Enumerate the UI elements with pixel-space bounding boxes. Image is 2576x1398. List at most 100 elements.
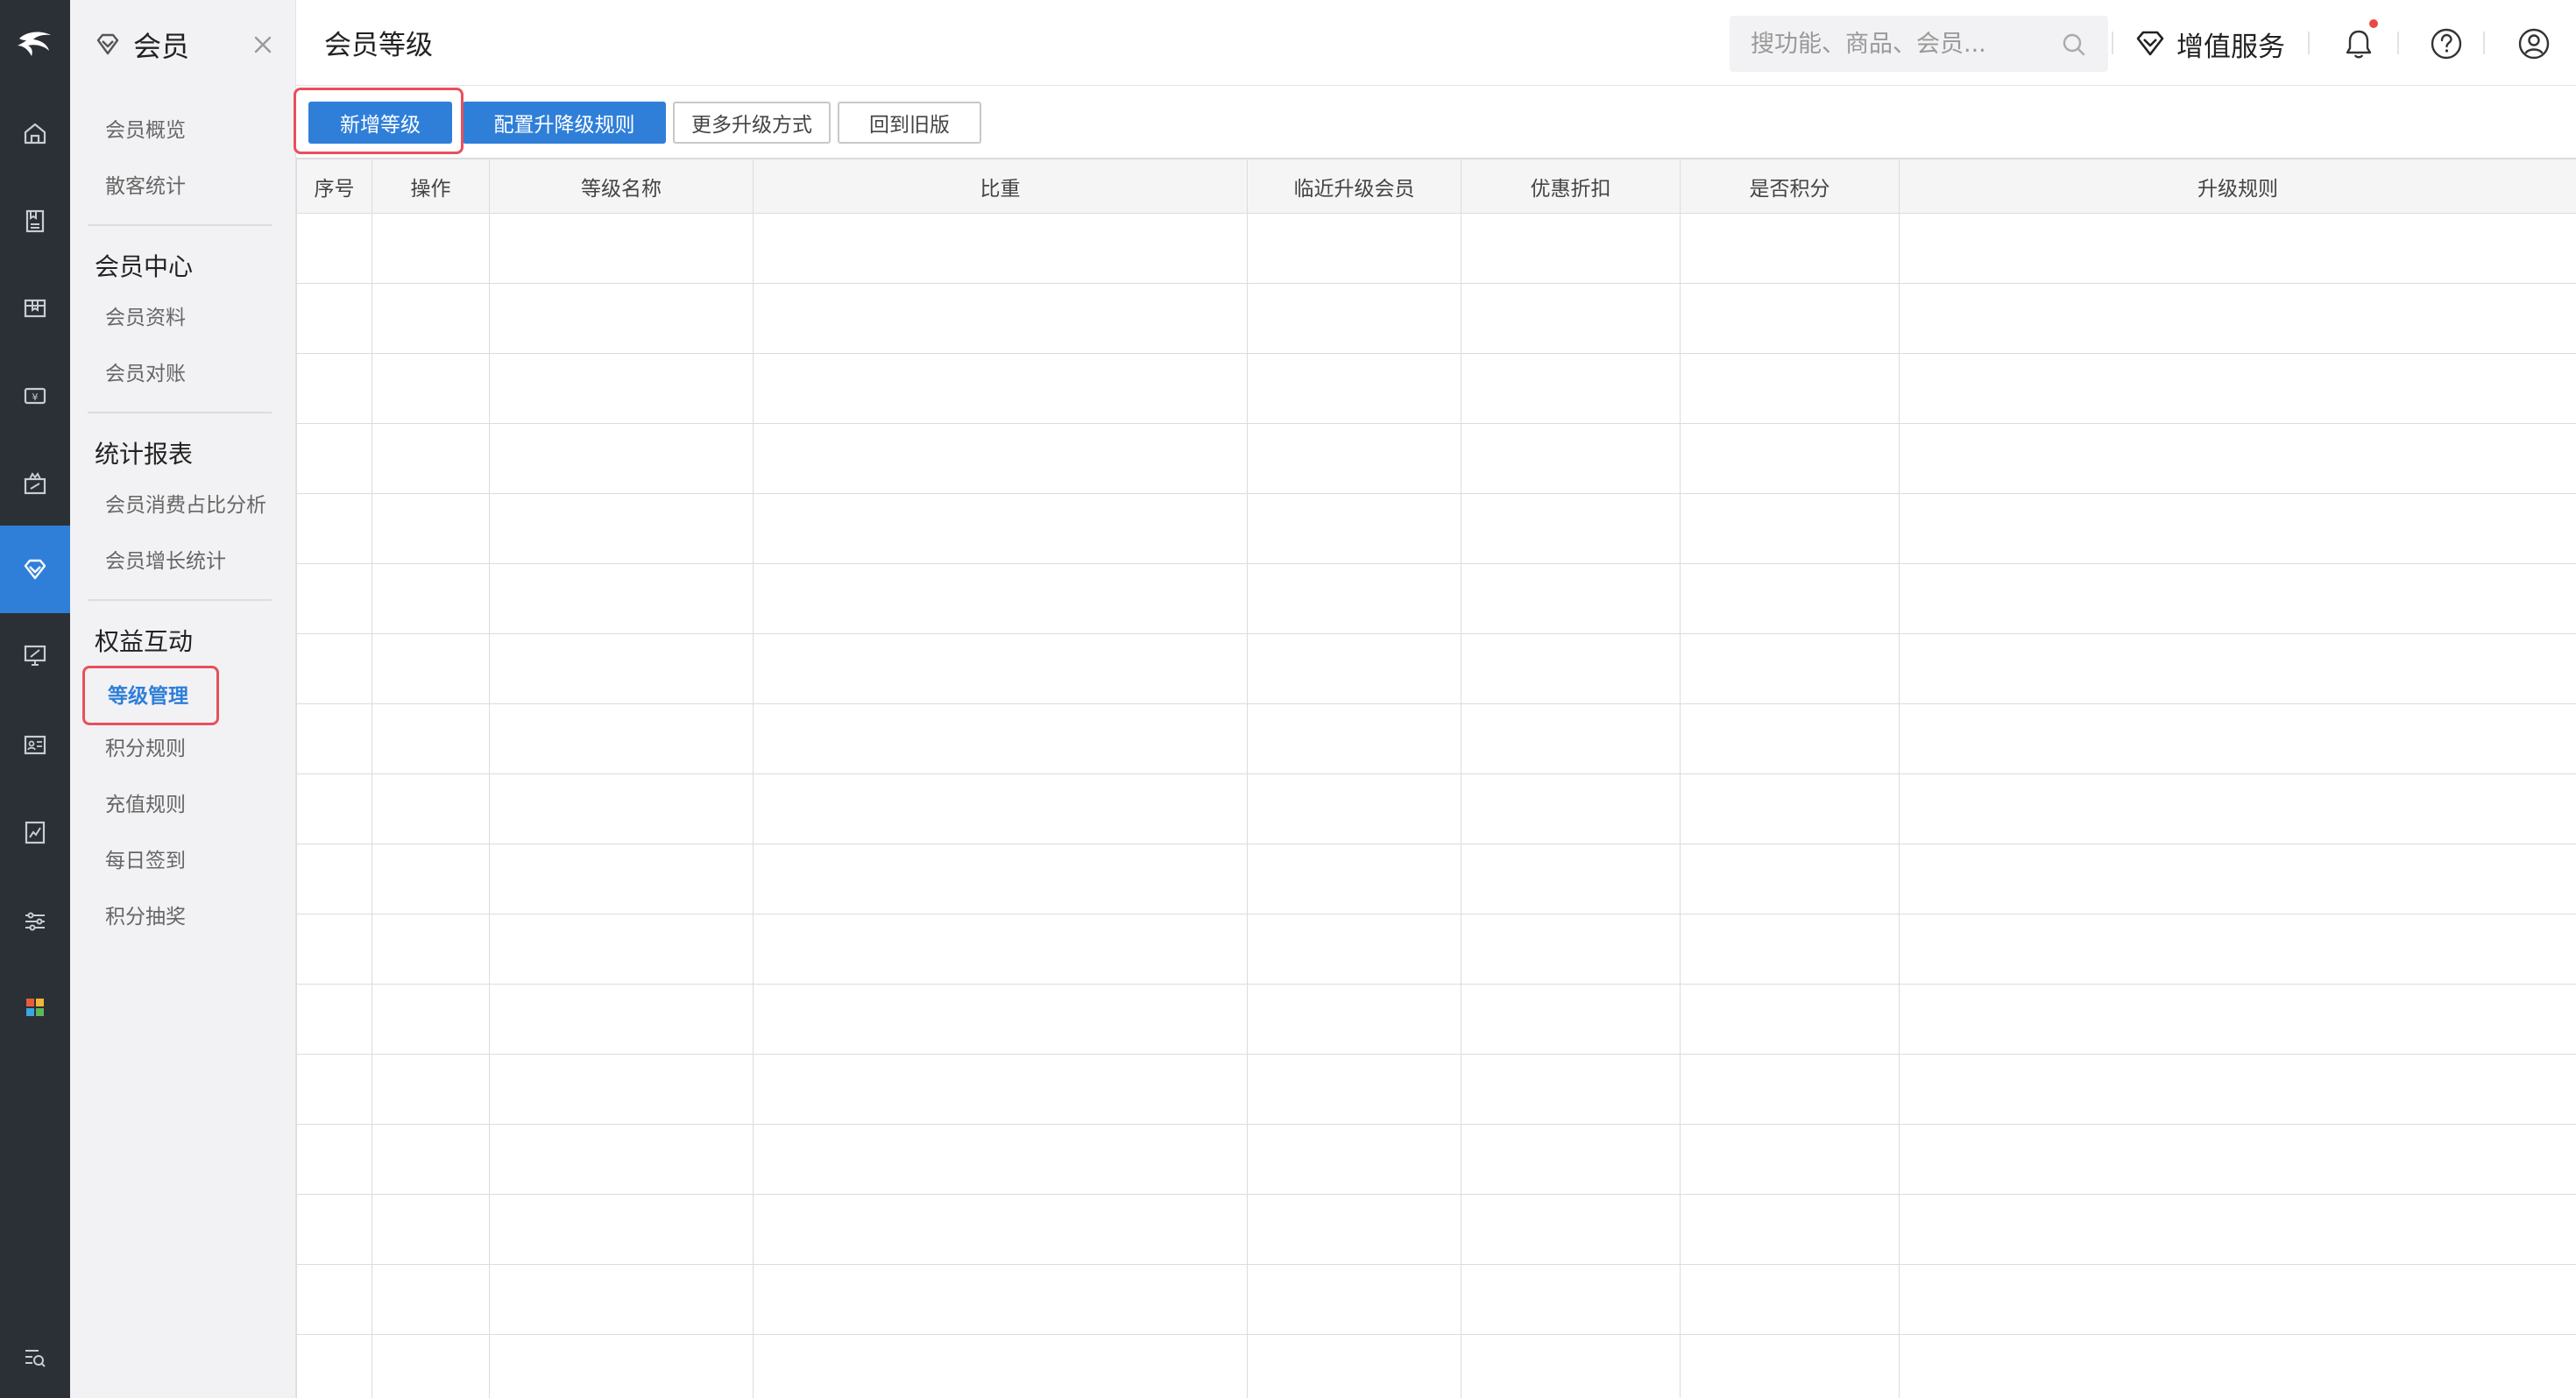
table-cell — [1680, 703, 1900, 774]
table-cell — [372, 493, 490, 564]
table-cell — [1680, 423, 1900, 494]
column-header: 比重 — [753, 159, 1248, 214]
table-cell — [1899, 213, 2576, 284]
sidebar-item-active[interactable]: 等级管理 — [82, 666, 219, 725]
table-row — [296, 914, 2576, 985]
rail-item-sales-screen[interactable] — [0, 611, 70, 699]
help-icon[interactable] — [2427, 25, 2466, 63]
rail-item-report[interactable] — [0, 788, 70, 876]
table-cell — [1461, 283, 1681, 354]
table-cell — [296, 1054, 372, 1125]
logo-icon — [18, 32, 51, 56]
table-cell — [489, 984, 754, 1055]
sidebar-item[interactable]: 会员增长统计 — [105, 540, 226, 583]
table-cell — [372, 213, 490, 284]
table-row — [296, 563, 2576, 634]
table-cell — [753, 703, 1248, 774]
rail-item-search-menu[interactable] — [0, 1314, 70, 1398]
goods-icon — [25, 209, 45, 233]
table-body — [296, 213, 2576, 1398]
table-cell — [753, 773, 1248, 844]
sales-screen-icon — [24, 645, 46, 666]
app-logo[interactable] — [0, 0, 70, 88]
config-upgrade-rules-button[interactable]: 配置升降级规则 — [463, 102, 666, 144]
table-cell — [1680, 1124, 1900, 1195]
table-cell — [1247, 213, 1461, 284]
sidebar-item[interactable]: 积分抽奖 — [105, 895, 186, 939]
table-cell — [489, 353, 754, 424]
rail-item-goods[interactable] — [0, 177, 70, 265]
table-cell — [1247, 914, 1461, 985]
member-level-table: 序号 操作 等级名称 比重 临近升级会员 优惠折扣 是否积分 升级规则 — [296, 158, 2576, 1398]
rail-item-marketing[interactable] — [0, 440, 70, 527]
table-cell — [372, 914, 490, 985]
top-header: 会员等级 增值服务 — [296, 0, 2576, 86]
apps-grid-icon — [26, 999, 44, 1016]
user-avatar-icon[interactable] — [2515, 25, 2553, 63]
back-to-old-version-button[interactable]: 回到旧版 — [838, 102, 981, 144]
rail-item-employee-card[interactable] — [0, 701, 70, 788]
table-cell — [1247, 1264, 1461, 1335]
member-icon — [24, 559, 46, 580]
table-cell — [1461, 633, 1681, 704]
search-icon[interactable] — [2059, 30, 2089, 60]
table-cell — [1247, 563, 1461, 634]
table-cell — [1461, 1334, 1681, 1398]
table-cell — [1247, 773, 1461, 844]
close-sidebar-icon[interactable] — [249, 31, 277, 59]
sidebar-item[interactable]: 每日签到 — [105, 839, 186, 883]
table-cell — [1899, 1334, 2576, 1398]
table-cell — [296, 1334, 372, 1398]
rail-item-home[interactable] — [0, 89, 70, 177]
add-level-button[interactable]: 新增等级 — [308, 102, 452, 144]
table-row — [296, 423, 2576, 494]
sidebar-group-title: 统计报表 — [95, 440, 194, 469]
sidebar-group-title: 权益互动 — [95, 627, 194, 656]
table-cell — [1461, 353, 1681, 424]
sidebar-item[interactable]: 会员概览 — [105, 109, 186, 152]
table-cell — [1680, 844, 1900, 914]
rail-item-member[interactable] — [0, 526, 70, 613]
table-row — [296, 1264, 2576, 1335]
table-cell — [296, 1124, 372, 1195]
table-cell — [1461, 773, 1681, 844]
search-input[interactable] — [1751, 16, 2057, 72]
table-cell — [296, 423, 372, 494]
sidebar-item[interactable]: 积分规则 — [105, 727, 186, 771]
table-row — [296, 353, 2576, 424]
table-cell — [1899, 283, 2576, 354]
header-divider — [2112, 32, 2113, 54]
table-cell — [296, 493, 372, 564]
sidebar-item[interactable]: 充值规则 — [105, 783, 186, 827]
table-cell — [1899, 353, 2576, 424]
sidebar-item[interactable]: 会员资料 — [105, 296, 186, 340]
rail-item-inventory[interactable] — [0, 265, 70, 352]
header-divider — [2483, 32, 2485, 54]
table-cell — [1247, 703, 1461, 774]
table-cell — [1247, 353, 1461, 424]
table-cell — [296, 844, 372, 914]
rail-item-finance[interactable]: ¥ — [0, 352, 70, 440]
table-cell — [1247, 1334, 1461, 1398]
sidebar-item[interactable]: 散客统计 — [105, 165, 186, 208]
table-cell — [753, 914, 1248, 985]
rail-item-settings-sliders[interactable] — [0, 878, 70, 965]
sidebar-item[interactable]: 会员对账 — [105, 352, 186, 396]
notification-bell-icon[interactable] — [2339, 19, 2378, 63]
value-added-services-button[interactable]: 增值服务 — [2133, 23, 2285, 65]
table-cell — [296, 563, 372, 634]
table-cell — [489, 914, 754, 985]
rail-item-apps-grid[interactable] — [0, 964, 70, 1051]
more-upgrade-methods-button[interactable]: 更多升级方式 — [673, 102, 831, 144]
table-cell — [372, 1124, 490, 1195]
table-cell — [1680, 563, 1900, 634]
table-cell — [1680, 353, 1900, 424]
table-cell — [1680, 1334, 1900, 1398]
table-cell — [1899, 914, 2576, 985]
table-cell — [1461, 914, 1681, 985]
settings-sliders-icon — [25, 912, 45, 931]
table-cell — [753, 1124, 1248, 1195]
sidebar-item[interactable]: 会员消费占比分析 — [105, 484, 266, 527]
table-cell — [296, 703, 372, 774]
table-cell — [296, 283, 372, 354]
